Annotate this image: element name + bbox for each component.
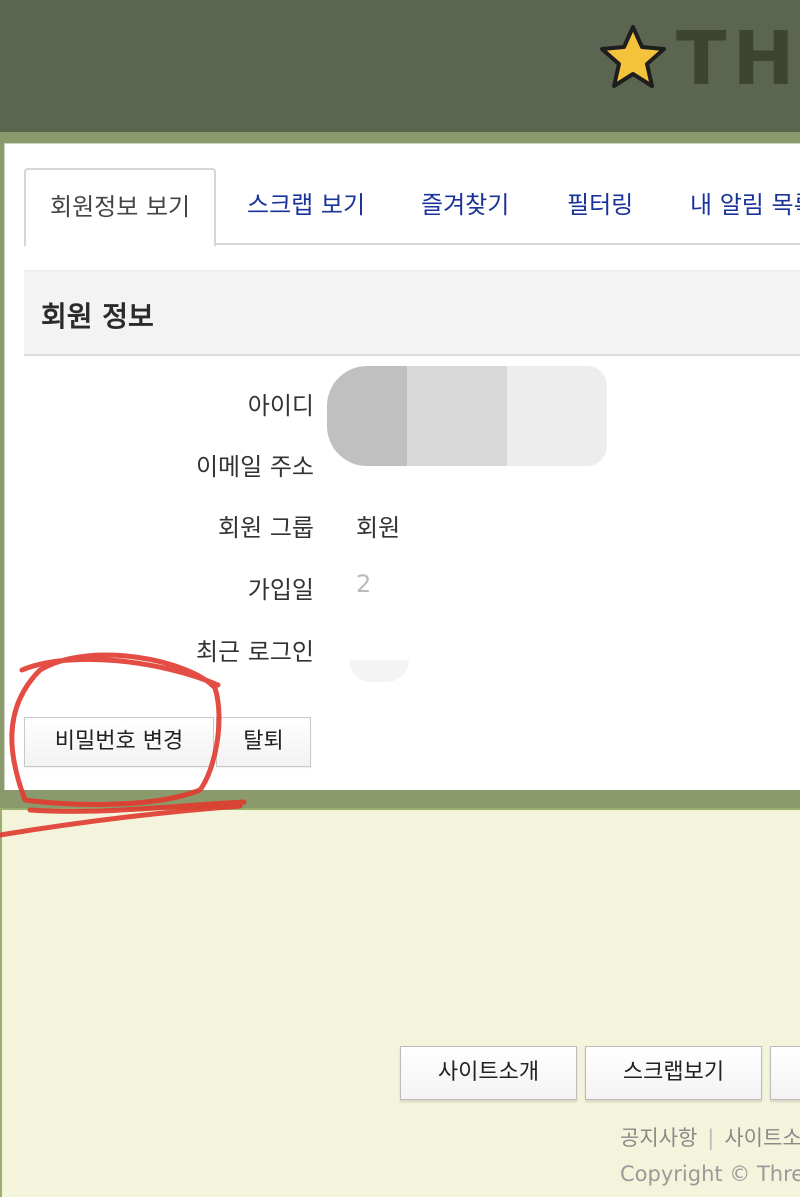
section-header: 회원 정보	[24, 270, 800, 356]
field-label-group: 회원 그룹	[218, 514, 314, 542]
tab-filtering[interactable]: 필터링	[567, 168, 633, 245]
copyright-text: Copyright © Threa	[620, 1162, 800, 1186]
footer-links: 공지사항 | 사이트소	[620, 1122, 800, 1152]
section-title: 회원 정보	[41, 300, 154, 333]
member-info-card: 회원정보 보기 스크랩 보기 즐겨찾기 필터링 내 알림 목록 회원 정보 아이…	[4, 143, 800, 790]
redaction-blur	[327, 366, 407, 466]
footer-more-button[interactable]	[770, 1046, 800, 1100]
star-logo-icon[interactable]	[598, 24, 668, 90]
footer-link-separator: |	[707, 1126, 715, 1150]
redaction-blur	[349, 660, 409, 682]
footer-link-site[interactable]: 사이트소	[724, 1126, 800, 1150]
site-footer: 사이트소개 스크랩보기 공지사항 | 사이트소 Copyright © Threa	[0, 808, 800, 1197]
tab-notifications[interactable]: 내 알림 목록	[690, 168, 800, 245]
footer-link-notice[interactable]: 공지사항	[620, 1126, 697, 1150]
field-label-join-date: 가입일	[247, 576, 314, 604]
field-value-group: 회원	[356, 514, 401, 542]
field-label-email: 이메일 주소	[195, 453, 314, 481]
redaction-blur	[507, 366, 607, 466]
withdraw-button[interactable]: 탈퇴	[216, 717, 311, 767]
footer-site-intro-button[interactable]: 사이트소개	[400, 1046, 577, 1100]
tab-bar: 회원정보 보기 스크랩 보기 즐겨찾기 필터링 내 알림 목록	[24, 168, 800, 247]
tab-member-info[interactable]: 회원정보 보기	[24, 168, 217, 247]
site-logo-text[interactable]: THI	[676, 14, 800, 104]
redaction-blur	[407, 366, 507, 466]
footer-scrap-button[interactable]: 스크랩보기	[585, 1046, 762, 1100]
field-label-id: 아이디	[247, 392, 314, 420]
field-label-last-login: 최근 로그인	[195, 638, 314, 666]
change-password-button[interactable]: 비밀번호 변경	[24, 717, 214, 767]
tab-favorites[interactable]: 즐겨찾기	[421, 168, 509, 245]
tab-scrap[interactable]: 스크랩 보기	[247, 168, 365, 245]
site-header: THI	[0, 0, 800, 132]
field-value-join-date: 2	[356, 570, 372, 598]
